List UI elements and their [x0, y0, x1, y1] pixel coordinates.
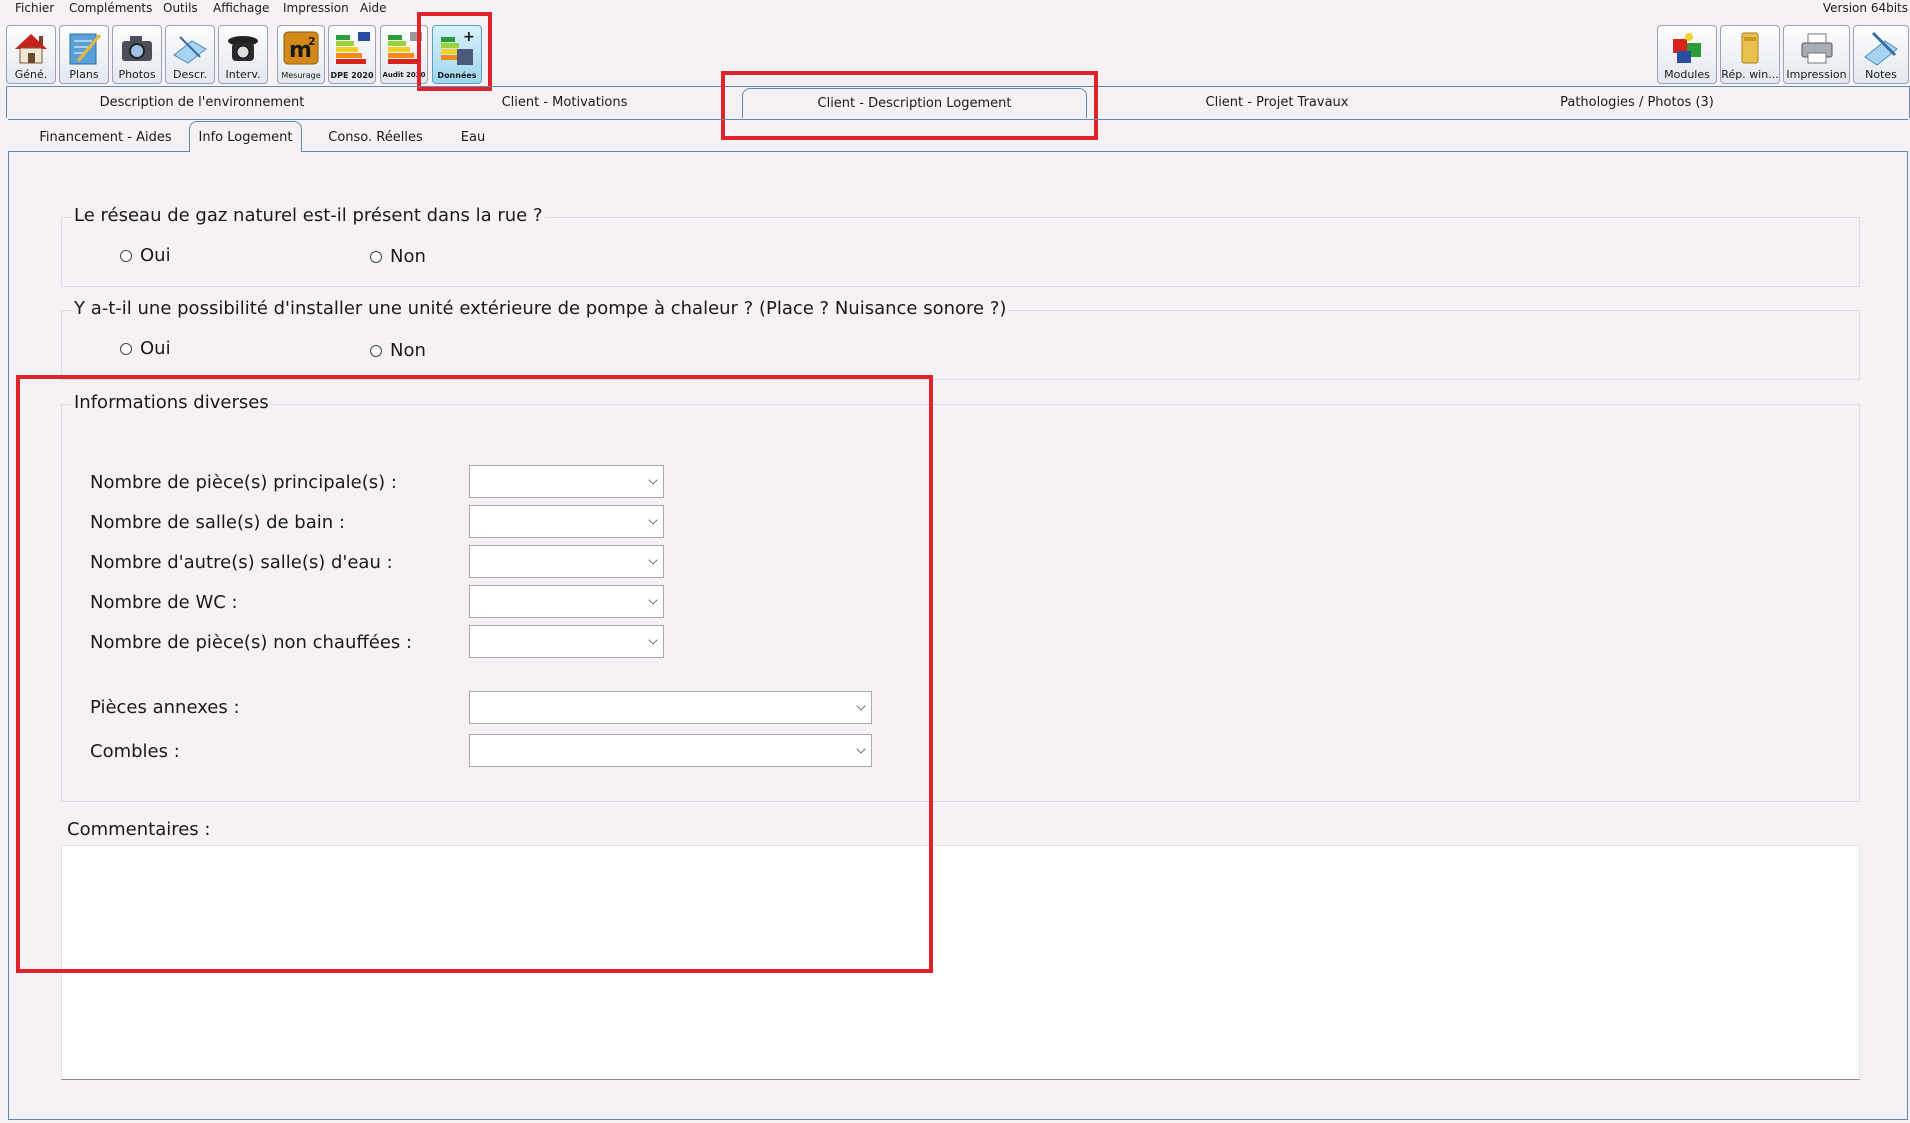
rep-win-button[interactable]: Rép. win...: [1720, 25, 1780, 84]
tab-client-description-logement[interactable]: Client - Description Logement: [742, 88, 1087, 118]
printer-icon: [1801, 33, 1832, 64]
select-wc[interactable]: [469, 585, 664, 618]
tab-eau[interactable]: Eau: [438, 122, 508, 152]
menu-complements[interactable]: Compléments: [69, 1, 152, 15]
menu-bar: Fichier Compléments Outils Affichage Imp…: [0, 0, 1910, 18]
chevron-down-icon: [648, 595, 658, 605]
label-pieces-principales: Nombre de pièce(s) principale(s) :: [90, 472, 397, 493]
label-commentaires: Commentaires :: [67, 819, 211, 840]
tab-description-environnement[interactable]: Description de l'environnement: [7, 87, 397, 117]
version-label: Version 64bits: [1822, 1, 1908, 15]
radio-circle: [370, 344, 382, 357]
chevron-down-icon: [648, 475, 658, 485]
tab-client-motivations[interactable]: Client - Motivations: [397, 87, 732, 117]
menu-outils[interactable]: Outils: [163, 1, 198, 15]
phone-icon: [228, 36, 258, 61]
donnees-button[interactable]: + Données: [432, 25, 482, 84]
gas-question-legend: Le réseau de gaz naturel est-il présent …: [72, 205, 545, 226]
m2-icon: m 2: [283, 31, 319, 65]
tab-conso-reelles[interactable]: Conso. Réelles: [313, 122, 438, 152]
gas-question-group: Le réseau de gaz naturel est-il présent …: [61, 205, 1860, 287]
radio-circle: [120, 342, 132, 355]
menu-fichier[interactable]: Fichier: [15, 1, 54, 15]
label-salles-d-eau: Nombre d'autre(s) salle(s) d'eau :: [90, 552, 393, 573]
tab-financement-aides[interactable]: Financement - Aides: [18, 122, 193, 152]
info-diverses-group: Informations diverses: [61, 392, 1860, 802]
svg-text:2: 2: [308, 35, 316, 48]
select-combles[interactable]: [469, 734, 872, 767]
chevron-down-icon: [856, 744, 866, 754]
house-icon: [15, 34, 47, 64]
photos-button[interactable]: Photos: [112, 25, 162, 84]
description-icon: [173, 36, 207, 64]
menu-aide[interactable]: Aide: [360, 1, 387, 15]
label-wc: Nombre de WC :: [90, 592, 238, 613]
notes-icon: [1864, 31, 1898, 66]
menu-affichage[interactable]: Affichage: [213, 1, 269, 15]
gas-no-radio[interactable]: Non: [370, 246, 426, 267]
tab-info-logement[interactable]: Info Logement: [189, 121, 302, 152]
sub-tab-bar: Financement - Aides Info Logement Conso.…: [8, 119, 1908, 152]
mesurage-button[interactable]: m 2 Mesurage: [277, 25, 325, 84]
dpe-2020-button[interactable]: DPE 2020: [328, 25, 376, 84]
notes-button[interactable]: Notes: [1853, 25, 1909, 84]
chevron-down-icon: [856, 701, 866, 711]
audit-2020-button[interactable]: Audit 2020: [380, 25, 428, 84]
impression-button[interactable]: Impression: [1783, 25, 1850, 84]
audit-icon: [388, 32, 422, 64]
heatpump-question-legend: Y a-t-il une possibilité d'installer une…: [72, 298, 1009, 319]
puzzle-icon: [1673, 33, 1701, 63]
svg-text:+: +: [463, 29, 475, 45]
heatpump-yes-radio[interactable]: Oui: [120, 338, 171, 359]
label-pieces-non-chauffees: Nombre de pièce(s) non chauffées :: [90, 632, 413, 653]
descr-button[interactable]: Descr.: [165, 25, 215, 84]
folder-icon: [1741, 32, 1759, 64]
info-diverses-legend: Informations diverses: [72, 392, 271, 413]
radio-circle: [370, 250, 382, 263]
tab-client-projet-travaux[interactable]: Client - Projet Travaux: [1087, 87, 1467, 117]
dpe-icon: [336, 32, 370, 64]
radio-circle: [120, 249, 132, 262]
camera-icon: [122, 36, 152, 61]
menu-impression[interactable]: Impression: [283, 1, 349, 15]
select-pieces-non-chauffees[interactable]: [469, 625, 664, 658]
plans-icon: [69, 33, 102, 65]
gas-yes-radio[interactable]: Oui: [120, 245, 171, 266]
select-salles-de-bain[interactable]: [469, 505, 664, 538]
label-combles: Combles :: [90, 741, 180, 762]
chevron-down-icon: [648, 635, 658, 645]
gene-button[interactable]: Géné.: [6, 25, 56, 84]
label-salles-de-bain: Nombre de salle(s) de bain :: [90, 512, 345, 533]
chevron-down-icon: [648, 555, 658, 565]
select-pieces-annexes[interactable]: [469, 691, 872, 724]
select-pieces-principales[interactable]: [469, 465, 664, 498]
main-tab-bar: Description de l'environnement Client - …: [6, 86, 1910, 118]
tab-pathologies-photos[interactable]: Pathologies / Photos (3): [1467, 87, 1807, 117]
modules-button[interactable]: Modules: [1657, 25, 1717, 84]
chevron-down-icon: [648, 515, 658, 525]
heatpump-question-group: Y a-t-il une possibilité d'installer une…: [61, 298, 1860, 380]
comments-textarea[interactable]: [61, 845, 1860, 1080]
interv-button[interactable]: Interv.: [218, 25, 268, 84]
select-salles-d-eau[interactable]: [469, 545, 664, 578]
heatpump-no-radio[interactable]: Non: [370, 340, 426, 361]
donnees-icon: +: [441, 29, 475, 65]
label-pieces-annexes: Pièces annexes :: [90, 697, 240, 718]
plans-button[interactable]: Plans: [59, 25, 109, 84]
